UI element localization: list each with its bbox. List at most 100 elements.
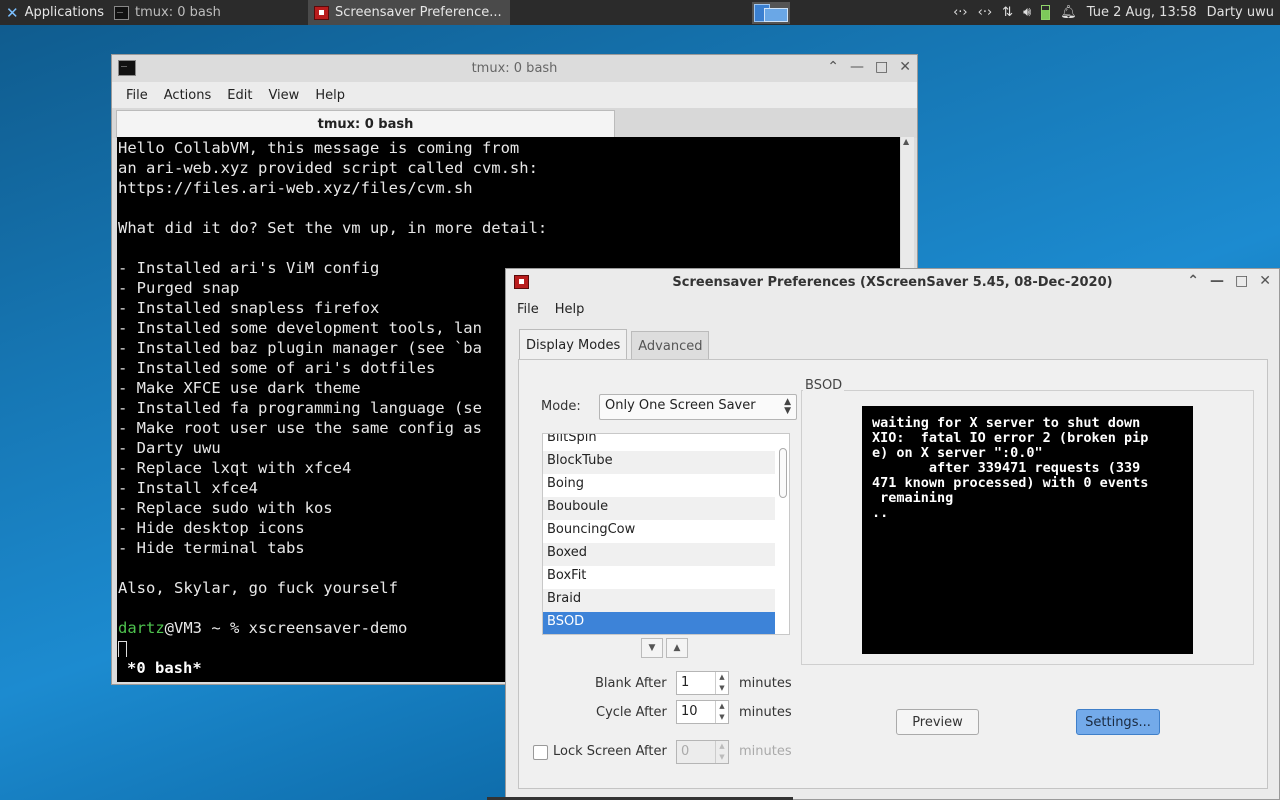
chevron-down-icon: ▼ [648,643,656,653]
shade-icon[interactable]: ⌃ [1187,273,1199,289]
screensaver-menubar: File Help [506,296,1279,322]
notification-bell-icon[interactable]: 🔔︎ [1060,5,1077,20]
cycle-after-value: 10 [681,704,698,719]
taskbar-item-screensaver[interactable]: Screensaver Preference... [308,0,510,25]
shade-icon[interactable]: ⌃ [827,59,839,75]
blank-after-spinner[interactable]: 1 ▲ ▼ [676,671,729,695]
list-item[interactable]: Braid [543,589,775,612]
list-item[interactable]: BoxFit [543,566,775,589]
minimize-icon[interactable]: — [1210,273,1224,289]
screensaver-icon [514,275,529,289]
cycle-after-label: Cycle After [596,705,667,720]
applications-menu-button[interactable]: ✕ Applications [0,0,108,25]
terminal-titlebar[interactable]: tmux: 0 bash ⌃ — □ ✕ [112,55,917,82]
scroll-down-button[interactable]: ▼ [641,638,663,658]
tab-advanced[interactable]: Advanced [631,331,710,361]
menu-help[interactable]: Help [547,302,593,317]
taskbar-item-terminal[interactable]: tmux: 0 bash [108,0,304,25]
settings-button[interactable]: Settings... [1076,709,1160,735]
mode-select[interactable]: Only One Screen Saver ▲ ▼ [599,394,797,420]
spin-arrows-icon: ▲ ▼ [715,741,728,763]
maximize-icon[interactable]: □ [875,59,888,75]
terminal-line: What did it do? Set the vm up, in more d… [118,219,548,237]
preview-frame-title: BSOD [803,378,845,393]
taskbar-item-label: tmux: 0 bash [135,5,221,20]
list-rows: BlitSpin BlockTube Boing Bouboule Bounci… [543,434,789,634]
menu-help[interactable]: Help [307,88,353,103]
applications-label: Applications [24,5,104,20]
mode-label: Mode: [541,399,581,414]
close-icon[interactable]: ✕ [899,59,911,75]
network-icon[interactable]: ‹·› [978,5,993,20]
terminal-tab[interactable]: tmux: 0 bash [116,110,615,138]
top-panel: ✕ Applications tmux: 0 bash Screensaver … [0,0,1280,25]
maximize-icon[interactable]: □ [1235,273,1248,289]
notebook-tabs: Display Modes Advanced [519,329,713,361]
menu-view[interactable]: View [260,88,307,103]
tab-label: tmux: 0 bash [317,117,414,132]
screensaver-list[interactable]: BlitSpin BlockTube Boing Bouboule Bounci… [542,433,790,635]
lock-after-value: 0 [681,744,690,759]
workspace-switcher[interactable] [752,2,790,24]
terminal-line: https://files.ari-web.xyz/files/cvm.sh [118,179,473,197]
list-item[interactable]: BouncingCow [543,520,775,543]
terminal-line: Hello CollabVM, this message is coming f… [118,139,520,157]
list-item[interactable]: Boing [543,474,775,497]
screensaver-preferences-window: Screensaver Preferences (XScreenSaver 5.… [505,268,1280,800]
menu-actions[interactable]: Actions [156,88,220,103]
lock-screen-checkbox[interactable] [533,745,548,760]
spin-arrows-icon[interactable]: ▲ ▼ [715,672,728,694]
list-item[interactable]: Bouboule [543,497,775,520]
minutes-label: minutes [739,744,792,759]
prompt-command: @VM3 ~ % xscreensaver-demo [164,619,408,637]
minutes-label: minutes [739,676,792,691]
transfer-arrows-icon[interactable]: ⇅ [1002,5,1013,20]
window-title: Screensaver Preferences (XScreenSaver 5.… [672,275,1113,290]
clock[interactable]: Tue 2 Aug, 13:58 [1087,5,1197,20]
minutes-label: minutes [739,705,792,720]
menu-file[interactable]: File [509,302,547,317]
mode-select-value: Only One Screen Saver [605,398,756,413]
screensaver-icon [314,5,329,20]
updown-arrows-icon: ▲ ▼ [784,397,791,416]
scroll-up-button[interactable]: ▲ [666,638,688,658]
window-title: tmux: 0 bash [471,61,558,76]
tab-display-modes[interactable]: Display Modes [519,329,628,361]
blank-after-label: Blank After [595,676,667,691]
list-scrollbar-thumb[interactable] [779,448,787,498]
volume-icon[interactable]: 🔊︎ [1023,5,1031,20]
screensaver-titlebar[interactable]: Screensaver Preferences (XScreenSaver 5.… [506,269,1279,296]
list-item[interactable]: Boxed [543,543,775,566]
taskbar-item-label: Screensaver Preference... [335,5,502,20]
workspace-2[interactable] [764,8,788,22]
user-name[interactable]: Darty uwu [1207,5,1274,20]
screensaver-preview: waiting for X server to shut down XIO: f… [862,406,1193,654]
terminal-tabbar: tmux: 0 bash [112,108,917,138]
terminal-icon [114,2,129,20]
list-item[interactable]: BlitSpin [543,434,775,451]
close-icon[interactable]: ✕ [1259,273,1271,289]
battery-icon[interactable] [1041,5,1051,20]
terminal-line: an ari-web.xyz provided script called cv… [118,159,538,177]
xfce-logo-icon: ✕ [6,3,19,22]
terminal-menubar: File Actions Edit View Help [112,82,917,108]
minimize-icon[interactable]: — [850,59,864,75]
display-modes-page: Mode: Only One Screen Saver ▲ ▼ BlitSpin … [518,359,1268,789]
lock-screen-label[interactable]: Lock Screen After [553,744,667,759]
system-tray: ‹·› ‹·› ⇅ 🔊︎ 🔔︎ Tue 2 Aug, 13:58 Darty u… [953,0,1280,25]
lock-after-spinner: 0 ▲ ▼ [676,740,729,764]
chevron-up-icon: ▲ [673,643,681,653]
preview-button[interactable]: Preview [896,709,979,735]
prompt-user: dartz [118,619,165,637]
list-item[interactable]: BlockTube [543,451,775,474]
list-item-selected[interactable]: BSOD [543,612,775,634]
spin-arrows-icon[interactable]: ▲ ▼ [715,701,728,723]
menu-file[interactable]: File [118,88,156,103]
menu-edit[interactable]: Edit [219,88,260,103]
network-icon[interactable]: ‹·› [953,5,968,20]
window-controls: ⌃ — □ ✕ [1187,273,1271,289]
cycle-after-spinner[interactable]: 10 ▲ ▼ [676,700,729,724]
window-controls: ⌃ — □ ✕ [827,59,911,75]
